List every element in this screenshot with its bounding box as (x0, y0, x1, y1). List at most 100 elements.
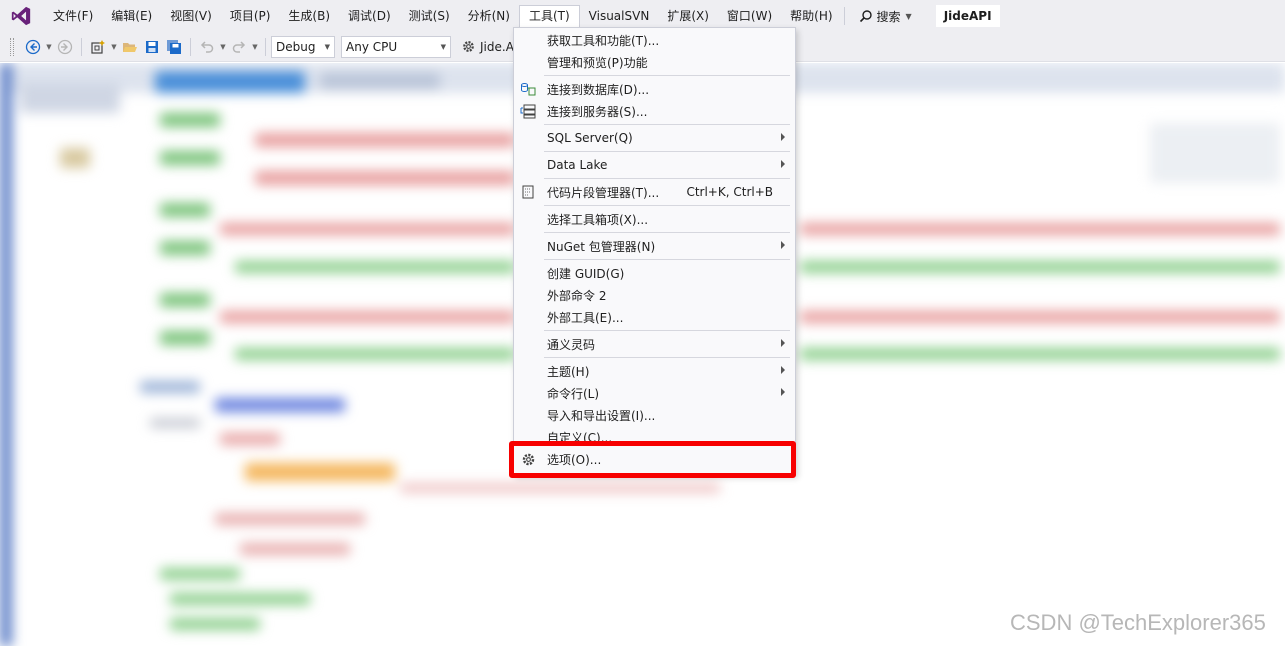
menu-visualsvn[interactable]: VisualSVN (580, 5, 659, 27)
chevron-down-icon: ▼ (905, 11, 912, 21)
toolbar-separator (190, 37, 191, 56)
configuration-value: Debug (276, 39, 316, 54)
menu-item-label: 主题(H) (547, 364, 590, 379)
menu-item-label: SQL Server(Q) (547, 131, 633, 145)
menu-build[interactable]: 生成(B) (279, 5, 339, 27)
menu-item-label: 导入和导出设置(I)... (547, 408, 656, 423)
save-button[interactable] (141, 36, 163, 58)
options-highlight-box (509, 441, 796, 478)
menu-item-sql-server[interactable]: SQL Server(Q) (514, 127, 795, 149)
menu-view[interactable]: 视图(V) (161, 5, 221, 27)
toolbar-separator (265, 37, 266, 56)
menu-file[interactable]: 文件(F) (44, 5, 102, 27)
redo-dropdown-icon[interactable]: ▼ (250, 43, 260, 51)
solution-configuration-select[interactable]: Debug ▼ (271, 35, 335, 58)
startup-project-label: Jide.A (480, 39, 514, 54)
new-project-button[interactable] (87, 36, 109, 58)
menu-window[interactable]: 窗口(W) (718, 5, 781, 27)
menu-separator (544, 232, 790, 233)
menu-item-tongyi-lingma[interactable]: 通义灵码 (514, 333, 795, 355)
search-icon (859, 10, 872, 23)
chevron-down-icon: ▼ (324, 42, 330, 51)
menu-item-label: 创建 GUID(G) (547, 266, 625, 281)
menu-separator (544, 205, 790, 206)
menu-extensions[interactable]: 扩展(X) (658, 5, 718, 27)
menu-item-label: 代码片段管理器(T)... (547, 185, 660, 200)
menu-project[interactable]: 项目(P) (221, 5, 280, 27)
solution-platform-select[interactable]: Any CPU ▼ (341, 35, 451, 58)
toolbar-separator (81, 37, 82, 56)
undo-dropdown-icon[interactable]: ▼ (218, 43, 228, 51)
watermark: CSDN @TechExplorer365 (1010, 610, 1266, 635)
menu-item-manage-preview-features[interactable]: 管理和预览(P)功能 (514, 51, 795, 73)
menu-item-choose-toolbox-items[interactable]: 选择工具箱项(X)... (514, 208, 795, 230)
menu-tools[interactable]: 工具(T) (518, 5, 580, 29)
menu-item-label: 通义灵码 (547, 337, 596, 352)
startup-project-button[interactable]: Jide.A (461, 39, 514, 54)
menu-item-code-snippets-manager[interactable]: 代码片段管理器(T)... Ctrl+K, Ctrl+B (514, 181, 795, 203)
redo-icon (232, 40, 246, 53)
submenu-arrow-icon (781, 160, 785, 168)
snippet-manager-icon (522, 185, 534, 199)
menu-item-import-export-settings[interactable]: 导入和导出设置(I)... (514, 404, 795, 426)
menu-item-shortcut: Ctrl+K, Ctrl+B (686, 185, 773, 199)
menu-item-nuget-package-manager[interactable]: NuGet 包管理器(N) (514, 235, 795, 257)
menu-item-label: 连接到服务器(S)... (547, 104, 648, 119)
submenu-arrow-icon (781, 366, 785, 374)
back-arrow-icon (25, 39, 41, 54)
navigate-back-button[interactable] (22, 36, 44, 58)
toolbar-grip[interactable] (10, 37, 14, 56)
open-file-button[interactable] (119, 36, 141, 58)
visual-studio-logo-icon[interactable] (10, 5, 32, 27)
menu-item-label: 选择工具箱项(X)... (547, 212, 649, 227)
menu-separator (544, 330, 790, 331)
platform-value: Any CPU (346, 39, 398, 54)
menu-item-label: 管理和预览(P)功能 (547, 55, 648, 70)
undo-button[interactable] (196, 36, 218, 58)
menu-edit[interactable]: 编辑(E) (102, 5, 161, 27)
menu-separator (544, 357, 790, 358)
gear-icon (463, 41, 474, 52)
menu-item-data-lake[interactable]: Data Lake (514, 154, 795, 176)
menu-separator (544, 124, 790, 125)
menu-item-get-tools-and-features[interactable]: 获取工具和功能(T)... (514, 29, 795, 51)
menu-item-label: 外部工具(E)... (547, 310, 624, 325)
connect-database-icon (521, 83, 536, 96)
menu-item-label: NuGet 包管理器(N) (547, 239, 656, 254)
new-project-icon (91, 39, 105, 54)
open-folder-icon (123, 42, 137, 52)
submenu-arrow-icon (781, 339, 785, 347)
menu-item-external-command-2[interactable]: 外部命令 2 (514, 284, 795, 306)
menu-separator (843, 7, 845, 25)
menu-item-create-guid[interactable]: 创建 GUID(G) (514, 262, 795, 284)
menu-item-connect-server[interactable]: 连接到服务器(S)... (514, 100, 795, 122)
menu-item-command-line[interactable]: 命令行(L) (514, 382, 795, 404)
menu-item-connect-database[interactable]: 连接到数据库(D)... (514, 78, 795, 100)
menu-separator (544, 75, 790, 76)
menu-item-external-tools[interactable]: 外部工具(E)... (514, 306, 795, 328)
submenu-arrow-icon (781, 241, 785, 249)
menu-separator (544, 259, 790, 260)
navigate-forward-button[interactable] (54, 36, 76, 58)
menu-analyze[interactable]: 分析(N) (459, 5, 519, 27)
menu-item-label: Data Lake (547, 158, 608, 172)
menu-test[interactable]: 测试(S) (400, 5, 459, 27)
redo-button[interactable] (228, 36, 250, 58)
save-icon (146, 40, 158, 53)
menu-item-theme[interactable]: 主题(H) (514, 360, 795, 382)
back-dropdown-icon[interactable]: ▼ (44, 43, 54, 51)
save-all-button[interactable] (163, 36, 185, 58)
menu-separator (544, 178, 790, 179)
solution-name: JideAPI (935, 5, 1000, 27)
connect-server-icon (520, 104, 536, 119)
save-all-icon (167, 39, 181, 54)
menu-item-label: 命令行(L) (547, 386, 600, 401)
tools-menu-dropdown: 获取工具和功能(T)... 管理和预览(P)功能 连接到数据库(D)... 连接… (513, 27, 796, 475)
search-label: 搜索 (876, 9, 901, 24)
forward-arrow-icon (57, 39, 73, 54)
new-dropdown-icon[interactable]: ▼ (109, 43, 119, 51)
search-button[interactable]: 搜索 ▼ (851, 5, 920, 27)
undo-icon (200, 40, 214, 53)
menu-help[interactable]: 帮助(H) (781, 5, 841, 27)
menu-debug[interactable]: 调试(D) (339, 5, 400, 27)
